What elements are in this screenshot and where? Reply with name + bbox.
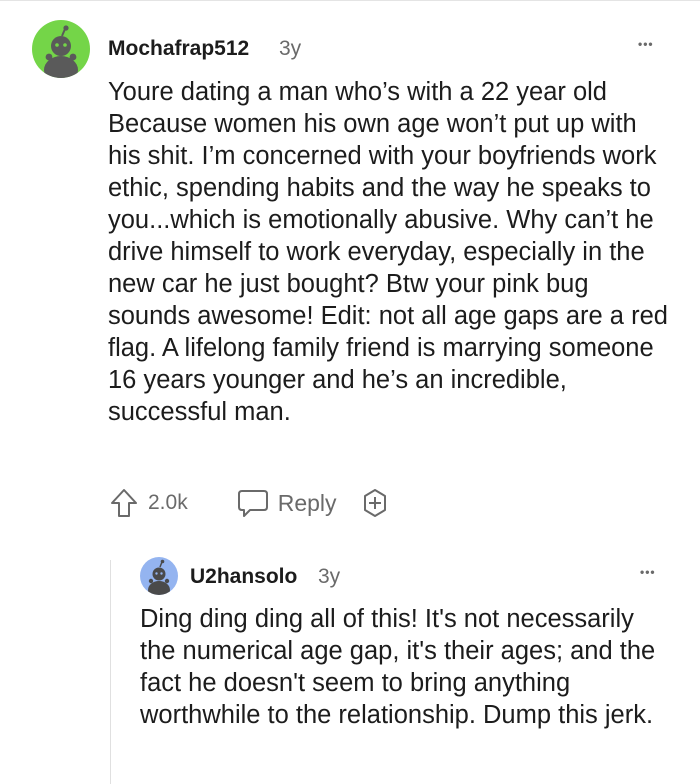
more-options-icon: ••• bbox=[638, 37, 654, 51]
comment-author[interactable]: Mochafrap512 bbox=[108, 37, 249, 61]
award-button[interactable] bbox=[359, 487, 391, 519]
upvote-icon bbox=[111, 489, 137, 517]
vote-count: 2.0k bbox=[148, 491, 188, 514]
comment-body: Ding ding ding all of this! It's not nec… bbox=[140, 605, 656, 729]
reply-label: Reply bbox=[277, 489, 337, 516]
thread-line bbox=[110, 560, 111, 784]
more-options-button[interactable]: ••• bbox=[638, 37, 654, 51]
comment-actions: 2.0k Reply bbox=[108, 486, 391, 520]
more-options-button[interactable]: ••• bbox=[640, 565, 656, 579]
reply-button[interactable]: Reply bbox=[236, 487, 337, 519]
user-avatar[interactable] bbox=[32, 20, 90, 78]
comment-author[interactable]: U2hansolo bbox=[190, 565, 297, 589]
snoo-avatar-icon bbox=[44, 25, 78, 78]
user-avatar[interactable] bbox=[140, 557, 178, 595]
top-divider bbox=[0, 0, 700, 1]
upvote-button[interactable]: 2.0k bbox=[108, 487, 188, 519]
comment-age: 3y bbox=[279, 37, 302, 60]
plus-award-icon bbox=[363, 489, 386, 517]
speech-bubble-icon bbox=[237, 490, 268, 517]
snoo-avatar-icon bbox=[148, 559, 170, 595]
comment-age: 3y bbox=[318, 565, 341, 588]
comment-body: Youre dating a man who’s with a 22 year … bbox=[108, 78, 668, 426]
more-options-icon: ••• bbox=[640, 565, 656, 579]
